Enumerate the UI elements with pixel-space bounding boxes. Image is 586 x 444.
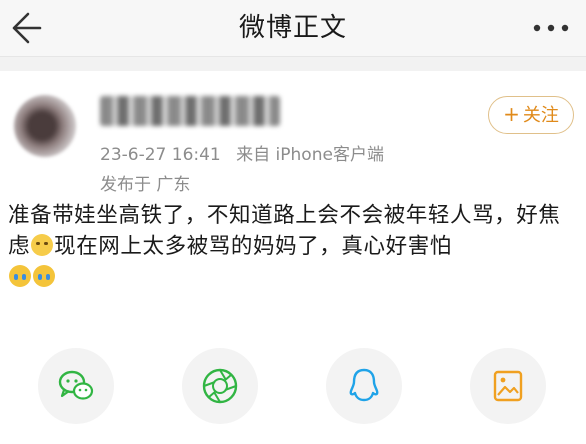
save-image-icon: [493, 370, 523, 402]
follow-button[interactable]: + 关注: [488, 96, 574, 134]
top-bar: 微博正文: [0, 0, 586, 57]
share-moments-button[interactable]: [182, 348, 258, 424]
moments-icon: [202, 368, 238, 404]
share-qq-button[interactable]: [326, 348, 402, 424]
crying-emoji-icon: [9, 265, 31, 287]
section-divider: [0, 57, 586, 71]
post-meta: 23-6-27 16:41 来自 iPhone客户端: [100, 140, 384, 165]
wechat-icon: [58, 370, 94, 400]
post-text-part2: 现在网上太多被骂的妈妈了，真心好害怕: [54, 234, 452, 259]
author-name-blurred[interactable]: [100, 96, 280, 126]
follow-label: 关注: [522, 105, 559, 126]
plus-icon: +: [503, 102, 520, 126]
post-date: 23-6-27 16:41: [100, 145, 221, 165]
more-dots-icon[interactable]: [526, 10, 576, 46]
post-source: 来自 iPhone客户端: [236, 145, 384, 165]
share-save-image-button[interactable]: [470, 348, 546, 424]
nervous-smile-emoji-icon: [31, 234, 54, 256]
avatar[interactable]: [14, 95, 76, 157]
crying-emoji-icon: [33, 265, 55, 287]
post-content: 准备带娃坐高铁了，不知道路上会不会被年轻人骂，好焦虑 现在网上太多被骂的妈妈了，真…: [8, 200, 580, 293]
share-wechat-button[interactable]: [38, 348, 114, 424]
post-location: 发布于 广东: [100, 175, 191, 195]
page-title: 微博正文: [238, 13, 347, 43]
qq-icon: [349, 368, 379, 402]
